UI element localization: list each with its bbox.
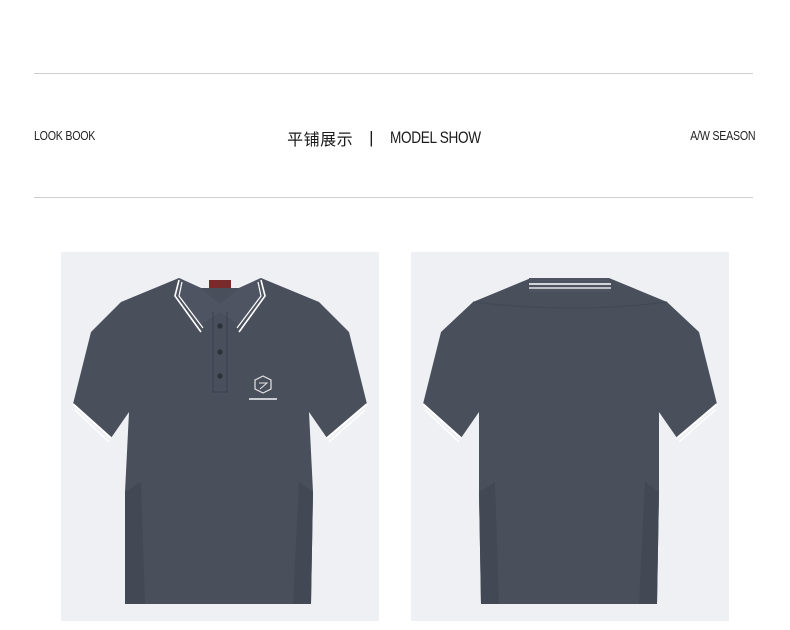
title-separator: | [369, 128, 374, 147]
top-divider [34, 73, 753, 74]
season-label: A/W SEASON [689, 128, 755, 143]
product-image-front[interactable] [61, 252, 379, 621]
polo-shirt-back-icon [422, 278, 718, 604]
section-title-cn: 平铺展示 [287, 130, 354, 149]
polo-shirt-front-icon [72, 278, 368, 604]
section-title-en: MODEL SHOW [389, 128, 481, 147]
bottom-divider [34, 197, 753, 198]
product-image-back[interactable] [411, 252, 729, 621]
section-title: 平铺展示 | MODEL SHOW [0, 126, 790, 150]
